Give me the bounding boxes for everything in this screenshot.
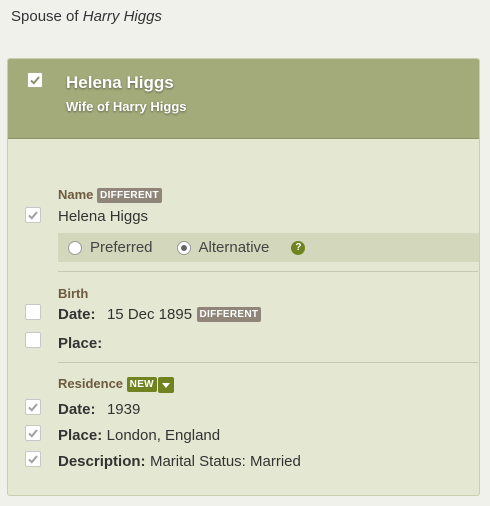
- spouse-card: Helena Higgs Wife of Harry Higgs Name DI…: [7, 58, 480, 496]
- name-different-badge: DIFFERENT: [97, 188, 162, 204]
- residence-description-key: Description:: [58, 453, 146, 470]
- divider: [58, 271, 478, 272]
- residence-place-checkbox[interactable]: [25, 425, 41, 441]
- alternative-option[interactable]: Alternative: [176, 239, 270, 256]
- preferred-radio[interactable]: [68, 240, 82, 255]
- residence-date-row: Date: 1939: [58, 401, 140, 419]
- residence-section-label: Residence NEW: [58, 376, 174, 393]
- birth-place-key: Place:: [58, 335, 103, 352]
- preferred-option[interactable]: Preferred: [68, 239, 153, 256]
- birth-place-row: Place:: [58, 335, 102, 353]
- name-checkbox[interactable]: [25, 207, 41, 223]
- radio-selected-dot: [180, 244, 187, 251]
- residence-place-row: Place: London, England: [58, 427, 220, 445]
- birth-date-key: Date:: [58, 306, 96, 323]
- preferred-label: Preferred: [90, 239, 153, 256]
- birth-place-checkbox[interactable]: [25, 332, 41, 348]
- help-icon[interactable]: ?: [291, 240, 306, 255]
- person-relationship: Wife of Harry Higgs: [66, 99, 187, 114]
- check-icon: [30, 76, 40, 85]
- name-section-label: Name DIFFERENT: [58, 187, 162, 204]
- name-label: Name: [58, 187, 94, 202]
- name-type-options: Preferred Alternative ?: [58, 233, 479, 262]
- residence-description-checkbox[interactable]: [25, 451, 41, 467]
- check-icon: [28, 211, 38, 220]
- chevron-down-icon[interactable]: [157, 376, 174, 393]
- check-icon: [28, 455, 38, 464]
- residence-date-value: 1939: [106, 401, 141, 418]
- birth-date-row: Date: 15 Dec 1895 DIFFERENT: [58, 306, 262, 324]
- birth-date-different-badge: DIFFERENT: [196, 307, 262, 323]
- divider: [58, 362, 478, 363]
- alternative-label: Alternative: [198, 239, 270, 256]
- check-icon: [28, 403, 38, 412]
- residence-date-key: Date:: [58, 401, 96, 418]
- residence-date-checkbox[interactable]: [25, 399, 41, 415]
- residence-label: Residence: [58, 376, 124, 391]
- residence-place-key: Place:: [58, 427, 103, 444]
- residence-place-value: London, England: [106, 427, 221, 444]
- alternative-radio[interactable]: [176, 240, 191, 255]
- birth-label: Birth: [58, 286, 89, 301]
- card-header: Helena Higgs Wife of Harry Higgs: [8, 59, 479, 139]
- residence-description-row: Description: Marital Status: Married: [58, 453, 301, 471]
- page-title-prefix: Spouse of: [11, 8, 79, 25]
- birth-date-value: 15 Dec 1895: [106, 306, 193, 323]
- select-all-checkbox[interactable]: [27, 72, 43, 88]
- name-value: Helena Higgs: [58, 208, 149, 225]
- birth-date-checkbox[interactable]: [25, 304, 41, 320]
- residence-description-value: Marital Status: Married: [149, 453, 301, 470]
- check-icon: [28, 429, 38, 438]
- person-name: Helena Higgs: [66, 73, 174, 92]
- page-title: Spouse of Harry Higgs: [11, 8, 162, 25]
- residence-new-badge: NEW: [126, 377, 157, 393]
- page-title-spouse: Harry Higgs: [82, 8, 162, 25]
